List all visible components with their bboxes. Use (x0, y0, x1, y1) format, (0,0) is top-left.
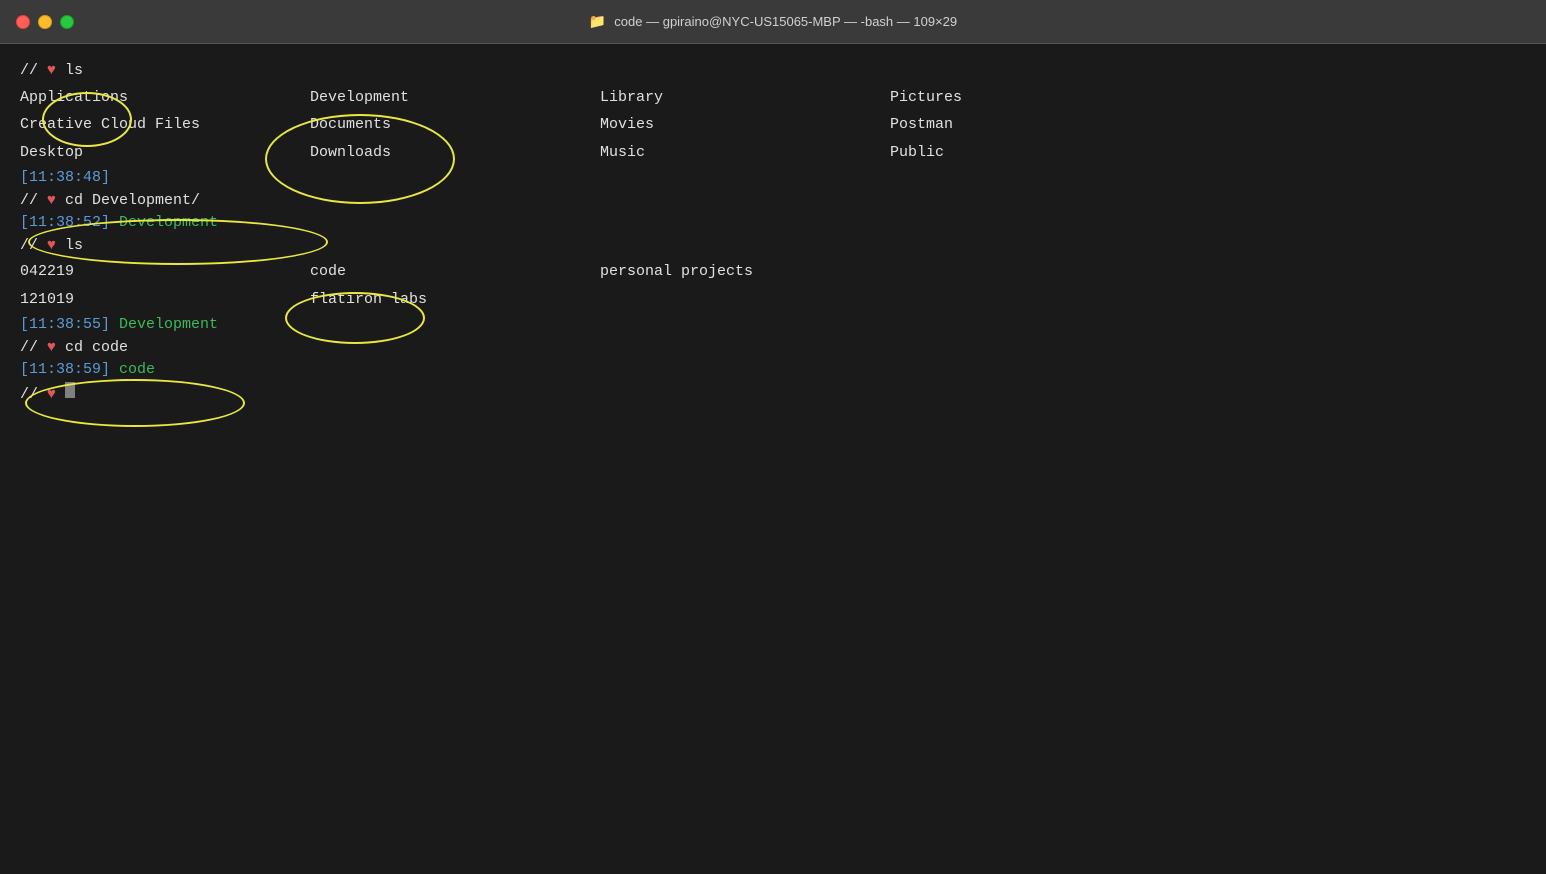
ls-item-postman: Postman (890, 112, 1180, 138)
ls-item-documents: Documents (310, 112, 600, 138)
close-button[interactable] (16, 15, 30, 29)
ls-item-music: Music (600, 140, 890, 166)
command-line-ls: // ♥ ls (20, 60, 1526, 83)
timestamp-3: [11:38:55] Development (20, 314, 1526, 337)
ls-dev-item-empty (890, 259, 1180, 285)
ls-dev-item-flatiron: flatiron labs (310, 287, 600, 313)
command-line-ls-2: // ♥ ls (20, 235, 1526, 258)
titlebar: 📁 code — gpiraino@NYC-US15065-MBP — -bas… (0, 0, 1546, 44)
ls-output-row2: Creative Cloud Files Documents Movies Po… (20, 112, 1526, 138)
ls-item-development: Development (310, 85, 600, 111)
cursor-block (65, 382, 75, 398)
ls-item-public: Public (890, 140, 1180, 166)
current-prompt: // ♥ (20, 382, 1526, 407)
ls-item-creative-cloud: Creative Cloud Files (20, 112, 310, 138)
ls-dev-item-code: code (310, 259, 600, 285)
ls-dev-item-042219: 042219 (20, 259, 310, 285)
ls-item-movies: Movies (600, 112, 890, 138)
ls-output-row1: Applications Development Library Picture… (20, 85, 1526, 111)
ls-dev-item-121019: 121019 (20, 287, 310, 313)
ls-item-downloads: Downloads (310, 140, 600, 166)
command-cd-development: // ♥ cd Development/ (20, 190, 1526, 213)
prompt-1: // (20, 60, 47, 83)
ls-item-library: Library (600, 85, 890, 111)
terminal-content[interactable]: // ♥ ls Applications Development Library… (0, 44, 1546, 422)
ls-dev-output-row2: 121019 flatiron labs (20, 287, 1526, 313)
ls-dev-output-row1: 042219 code personal projects (20, 259, 1526, 285)
ls-dev-item-empty2 (600, 287, 890, 313)
ls-dev-item-personal: personal projects (600, 259, 890, 285)
ls-dev-item-empty3 (890, 287, 1180, 313)
ls-item-desktop: Desktop (20, 140, 310, 166)
minimize-button[interactable] (38, 15, 52, 29)
folder-icon: 📁 (589, 13, 606, 30)
window-controls[interactable] (16, 15, 74, 29)
ls-output-row3: Desktop Downloads Music Public (20, 140, 1526, 166)
timestamp-4: [11:38:59] code (20, 359, 1526, 382)
maximize-button[interactable] (60, 15, 74, 29)
command-cd-code: // ♥ cd code (20, 337, 1526, 360)
ls-item-applications: Applications (20, 85, 310, 111)
ls-item-pictures: Pictures (890, 85, 1180, 111)
timestamp-2: [11:38:52] Development (20, 212, 1526, 235)
timestamp-1: [11:38:48] (20, 167, 1526, 190)
window-title: 📁 code — gpiraino@NYC-US15065-MBP — -bas… (589, 13, 957, 30)
